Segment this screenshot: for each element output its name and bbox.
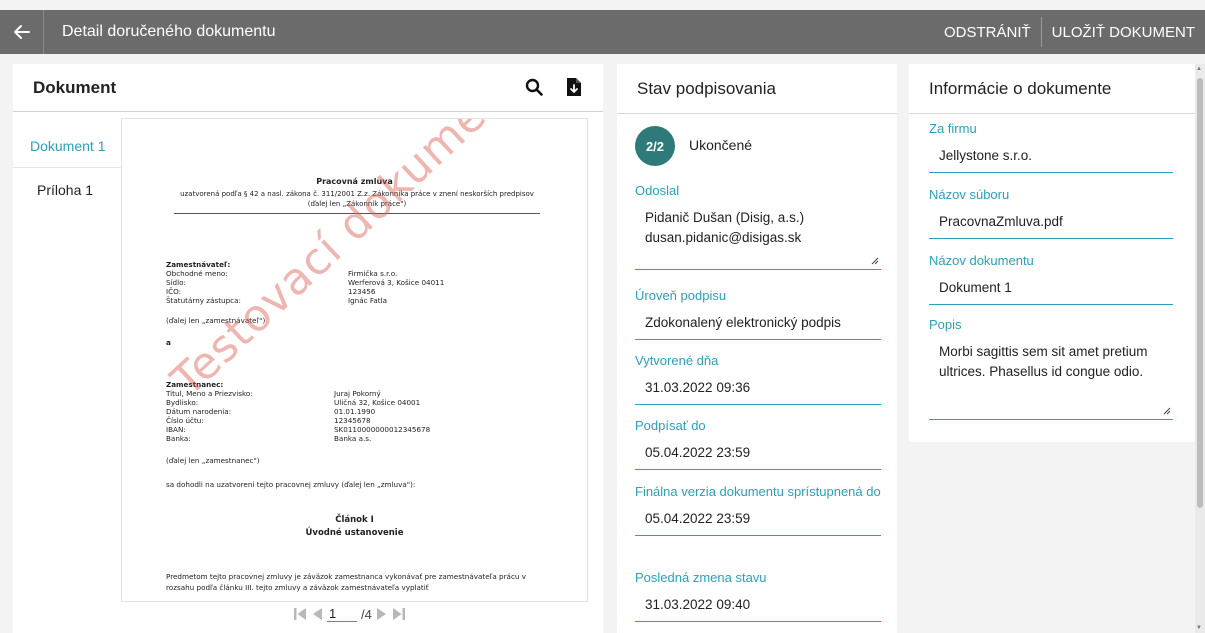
- preview-row-key: Obchodné meno:: [166, 269, 228, 278]
- document-name-label: Názov dokumentu: [929, 253, 1034, 268]
- first-page-icon[interactable]: [293, 607, 307, 621]
- final-version-value[interactable]: 05.04.2022 23:59: [635, 509, 881, 536]
- preview-row-value: Uličná 32, Košice 04001: [334, 398, 421, 407]
- scroll-down-icon[interactable]: ▼: [1196, 625, 1202, 631]
- preview-row-key: IBAN:: [166, 425, 186, 434]
- document-pager: /4: [293, 606, 406, 622]
- tab-dokument-1[interactable]: Dokument 1: [13, 124, 121, 168]
- preview-title: Pracovná zmluva: [316, 177, 393, 186]
- sender-field: Odoslal Pidanič Dušan (Disig, a.s.) dusa…: [635, 182, 881, 270]
- signature-level-value[interactable]: Zdokonalený elektronický podpis: [635, 313, 881, 340]
- document-toolbar: [523, 76, 585, 98]
- top-app-bar: Detail doručeného dokumentu ODSTRÁNIŤ UL…: [0, 10, 1205, 54]
- final-version-field: Finálna verzia dokumentu sprístupnená do…: [635, 483, 881, 536]
- last-change-value[interactable]: 31.03.2022 09:40: [635, 595, 881, 622]
- description-field: Popis Morbi sagittis sem sit amet pretiu…: [929, 316, 1173, 420]
- file-name-label: Názov súboru: [929, 187, 1010, 202]
- preview-row-key: Štatutárny zástupca:: [166, 296, 241, 305]
- next-page-icon[interactable]: [376, 607, 388, 621]
- final-version-label: Finálna verzia dokumentu sprístupnená do: [635, 484, 881, 499]
- preview-agreement: sa dohodli na uzatvorení tejto pracovnej…: [166, 480, 416, 489]
- save-document-button[interactable]: ULOŽIŤ DOKUMENT: [1042, 10, 1205, 54]
- delete-button[interactable]: ODSTRÁNIŤ: [934, 10, 1041, 54]
- company-field: Za firmu Jellystone s.r.o.: [929, 120, 1173, 173]
- document-tabs: Dokument 1 Príloha 1: [13, 124, 121, 212]
- status-badge: 2/2: [635, 126, 675, 166]
- status-text: Ukončené: [689, 137, 753, 153]
- document-preview[interactable]: Pracovná zmluva uzatvorená podľa § 42 a …: [121, 118, 588, 602]
- sign-by-label: Podpísať do: [635, 418, 706, 433]
- document-name-value[interactable]: Dokument 1: [929, 278, 1173, 305]
- signature-level-field: Úroveň podpisu Zdokonalený elektronický …: [635, 287, 881, 340]
- description-label: Popis: [929, 317, 962, 332]
- preview-row-key: IČO:: [166, 287, 182, 296]
- preview-article-title: Úvodné ustanovenie: [305, 528, 404, 538]
- preview-row-key: Dátum narodenia:: [166, 407, 232, 416]
- sender-name: Pidanič Dušan (Disig, a.s.): [645, 210, 805, 225]
- sender-textarea[interactable]: Pidanič Dušan (Disig, a.s.) dusan.pidani…: [635, 208, 881, 270]
- document-info-panel: Informácie o dokumente Za firmu Jellysto…: [909, 64, 1195, 442]
- preview-row-value: Werferová 3, Košice 04011: [348, 278, 445, 287]
- document-panel-title: Dokument: [33, 77, 117, 97]
- preview-paragraph: Predmetom tejto pracovnej zmluvy je závä…: [166, 572, 526, 592]
- download-file-icon[interactable]: [563, 76, 585, 98]
- preview-row-key: Banka:: [166, 434, 191, 443]
- preview-employee-note: (ďalej len „zamestnanec"): [166, 456, 260, 465]
- tab-priloha-1[interactable]: Príloha 1: [13, 168, 121, 212]
- scroll-up-icon[interactable]: ▲: [1196, 66, 1202, 72]
- description-textarea[interactable]: Morbi sagittis sem sit amet pretium ultr…: [929, 342, 1173, 420]
- resize-handle-icon[interactable]: [870, 256, 879, 265]
- created-value[interactable]: 31.03.2022 09:36: [635, 378, 881, 405]
- document-name-field: Názov dokumentu Dokument 1: [929, 252, 1173, 305]
- sign-by-value[interactable]: 05.04.2022 23:59: [635, 443, 881, 470]
- document-panel-header: Dokument: [13, 64, 603, 112]
- signing-status-panel: Stav podpisovania 2/2 Ukončené Odoslal P…: [617, 64, 897, 633]
- preview-row-value: Juraj Pokorný: [334, 389, 381, 398]
- preview-row-value: Firmička s.r.o.: [348, 269, 398, 278]
- sender-label: Odoslal: [635, 183, 680, 198]
- preview-row-value: 123456: [348, 287, 376, 296]
- last-page-icon[interactable]: [392, 607, 406, 621]
- vertical-scrollbar[interactable]: ▲ ▼: [1195, 64, 1205, 633]
- previous-page-icon[interactable]: [311, 607, 323, 621]
- created-field: Vytvorené dňa 31.03.2022 09:36: [635, 352, 881, 405]
- company-value[interactable]: Jellystone s.r.o.: [929, 146, 1173, 173]
- sign-by-field: Podpísať do 05.04.2022 23:59: [635, 417, 881, 470]
- page-total: /4: [361, 606, 372, 622]
- preview-article: Článok I: [335, 515, 374, 525]
- arrow-left-icon: [13, 25, 30, 39]
- page-title: Detail doručeného dokumentu: [62, 23, 276, 40]
- search-icon[interactable]: [523, 76, 545, 98]
- preview-employer-heading: Zamestnávateľ:: [166, 260, 231, 269]
- signature-level-label: Úroveň podpisu: [635, 288, 727, 303]
- file-name-value[interactable]: PracovnaZmluva.pdf: [929, 212, 1173, 239]
- signing-panel-title: Stav podpisovania: [617, 64, 897, 114]
- preview-row-value: 12345678: [334, 416, 371, 425]
- preview-and: a: [166, 338, 171, 347]
- preview-row-key: Sídlo:: [166, 278, 186, 287]
- company-label: Za firmu: [929, 121, 977, 136]
- preview-row-key: Číslo účtu:: [166, 416, 204, 425]
- page-number-input[interactable]: [327, 606, 357, 622]
- preview-row-value: SK0110000000012345678: [334, 425, 431, 434]
- description-text: Morbi sagittis sem sit amet pretium ultr…: [939, 344, 1148, 379]
- resize-handle-icon[interactable]: [1162, 406, 1171, 415]
- sender-email: dusan.pidanic@disigas.sk: [645, 230, 802, 245]
- back-button[interactable]: [0, 10, 44, 54]
- created-label: Vytvorené dňa: [635, 353, 719, 368]
- preview-row-value: 01.01.1990: [334, 407, 376, 416]
- file-name-field: Názov súboru PracovnaZmluva.pdf: [929, 186, 1173, 239]
- scrollbar-thumb[interactable]: [1197, 78, 1203, 508]
- document-panel: Dokument Dokument 1 Príloha 1 Pracovná z…: [13, 64, 603, 633]
- last-change-field: Posledná zmena stavu 31.03.2022 09:40: [635, 569, 881, 622]
- last-change-label: Posledná zmena stavu: [635, 570, 767, 585]
- preview-row-value: Ignác Fatla: [348, 296, 387, 305]
- info-panel-title: Informácie o dokumente: [909, 64, 1195, 114]
- preview-row-value: Banka a.s.: [334, 434, 372, 443]
